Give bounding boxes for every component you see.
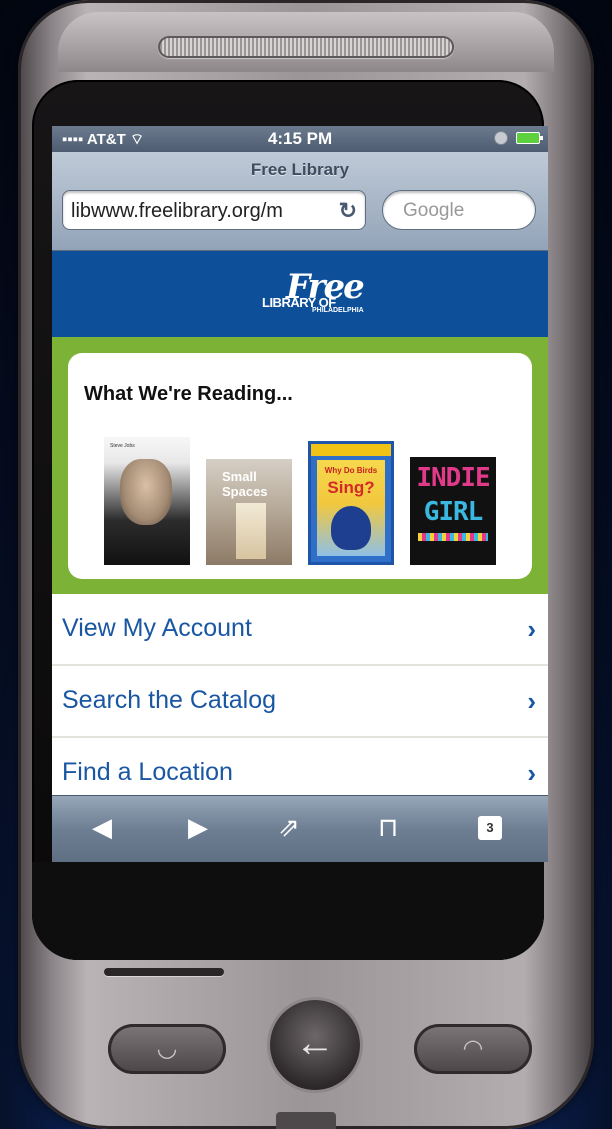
- tabs-icon[interactable]: 3: [478, 816, 502, 840]
- book-cover-title: Sing?: [327, 478, 375, 497]
- status-right: [494, 131, 543, 145]
- call-button[interactable]: ◡: [108, 1024, 226, 1074]
- library-logo[interactable]: Free LIBRARY OF PHILADELPHIA: [262, 267, 365, 323]
- book-cover-indie-girl[interactable]: INDIE GIRL: [410, 457, 496, 565]
- hardware-slot: [104, 968, 224, 976]
- book-cover-text: Steve Jobs: [110, 443, 135, 449]
- end-call-button[interactable]: ◠: [414, 1024, 532, 1074]
- cover-image: [236, 503, 266, 559]
- book-cover-text: INDIE: [416, 463, 490, 493]
- call-icon: ◡: [156, 1035, 178, 1062]
- battery-icon: [516, 132, 543, 144]
- featured-section: What We're Reading... Steve Jobs Small S…: [52, 337, 548, 595]
- book-cover-steve-jobs[interactable]: Steve Jobs: [104, 437, 190, 565]
- site-header: Free LIBRARY OF PHILADELPHIA: [52, 251, 548, 337]
- status-bar: ▪▪▪▪ AT&T ⌔ 4:15 PM: [52, 126, 548, 152]
- portrait-image: [120, 459, 172, 525]
- share-icon[interactable]: ⇗: [278, 812, 300, 843]
- nav-item-label: Find a Location: [62, 758, 233, 786]
- browser-chrome: Free Library libwww.freelibrary.org/m ↻ …: [52, 152, 548, 251]
- alarm-icon: [494, 131, 508, 145]
- featured-card: What We're Reading... Steve Jobs Small S…: [68, 353, 532, 579]
- usb-port: [276, 1112, 336, 1129]
- forward-arrow-icon[interactable]: ▶: [188, 812, 208, 843]
- book-cover-text: Why Do Birds: [324, 466, 378, 475]
- earpiece-speaker: [158, 36, 454, 58]
- url-field[interactable]: libwww.freelibrary.org/m ↻: [62, 190, 366, 230]
- nav-item-view-account[interactable]: View My Account ›: [52, 594, 548, 666]
- featured-title: What We're Reading...: [84, 383, 293, 405]
- chevron-right-icon: ›: [527, 686, 536, 716]
- nav-item-search-catalog[interactable]: Search the Catalog ›: [52, 666, 548, 738]
- status-time: 4:15 PM: [267, 129, 333, 148]
- cover-band: [311, 444, 391, 456]
- back-arrow-icon[interactable]: ◀: [92, 812, 112, 843]
- reload-icon[interactable]: ↻: [339, 191, 357, 229]
- nav-list: View My Account › Search the Catalog › F…: [52, 594, 548, 810]
- hardware-back-button[interactable]: ←: [270, 1000, 360, 1090]
- logo-city-text: PHILADELPHIA: [312, 307, 364, 314]
- book-cover-title: GIRL: [423, 497, 484, 527]
- book-cover-small-spaces[interactable]: Small Spaces: [206, 459, 292, 565]
- nav-item-label: View My Account: [62, 614, 252, 642]
- chevron-right-icon: ›: [527, 614, 536, 644]
- book-cover-why-do-birds-sing[interactable]: Why Do Birds Sing?: [308, 441, 394, 565]
- url-text: libwww.freelibrary.org/m: [71, 200, 283, 222]
- phone-chin: [32, 862, 544, 960]
- bird-illustration: [331, 506, 371, 550]
- phone-screen: ▪▪▪▪ AT&T ⌔ 4:15 PM Free Library libwww.…: [52, 126, 548, 862]
- page-title: Free Library: [250, 160, 350, 179]
- chevron-right-icon: ›: [527, 758, 536, 788]
- cover-art: Why Do Birds Sing?: [317, 460, 385, 556]
- cover-decoration: [418, 533, 488, 541]
- bookmarks-icon[interactable]: ⊓: [378, 812, 398, 843]
- end-call-icon: ◠: [462, 1035, 484, 1062]
- browser-toolbar: ◀ ▶ ⇗ ⊓ 3: [52, 795, 548, 862]
- book-cover-text: Small Spaces: [222, 469, 268, 499]
- search-field[interactable]: Google: [382, 190, 536, 230]
- nav-item-label: Search the Catalog: [62, 686, 277, 714]
